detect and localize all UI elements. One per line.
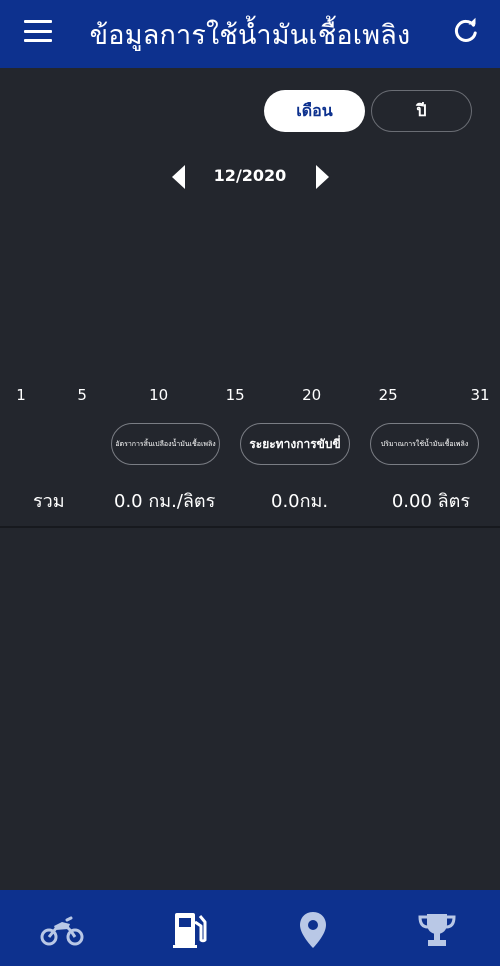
nav-trophy[interactable] [413,910,461,950]
divider [0,526,500,528]
totals-row: รวม 0.0 กม./ลิตร 0.0กม. 0.00 ลิตร [0,484,500,514]
app-root: ข้อมูลการใช้น้ำมันเชื้อเพลิง เดือน ปี 12… [0,0,500,966]
date-navigator: 12/2020 [0,160,500,194]
totals-label: รวม [33,491,65,512]
nav-motorcycle[interactable] [38,910,86,950]
motorcycle-icon [40,916,84,946]
year-toggle-button[interactable]: ปี [371,90,472,132]
fuel-volume-metric-button[interactable]: ปริมาณการใช้น้ำมันเชื้อเพลิง [370,423,479,465]
menu-line [24,29,52,33]
chart-x-tick: 31 [470,386,490,404]
app-header: ข้อมูลการใช้น้ำมันเชื้อเพลิง [0,0,500,68]
hamburger-menu-icon[interactable] [24,20,52,42]
chart-x-tick: 5 [77,386,87,404]
total-distance: 0.0กม. [271,491,329,512]
fuel-pump-icon [173,913,207,948]
current-period-label: 12/2020 [213,166,287,185]
trophy-icon [418,914,456,946]
location-pin-icon [300,912,326,948]
refresh-icon[interactable] [452,17,480,45]
month-toggle-button[interactable]: เดือน [264,90,365,132]
menu-line [24,20,52,23]
fuel-usage-chart [0,196,500,378]
total-fuel-volume: 0.00 ลิตร [391,491,470,512]
chart-x-tick: 15 [225,386,245,404]
chart-x-tick: 20 [302,386,322,404]
nav-fuel[interactable] [165,910,213,950]
chart-x-tick: 1 [16,386,26,404]
menu-line [24,39,52,42]
chart-x-tick: 10 [149,386,169,404]
chart-x-tick: 25 [378,386,398,404]
nav-location[interactable] [289,910,337,950]
fuel-rate-metric-button[interactable]: อัตราการสิ้นเปลืองน้ำมันเชื้อเพลิง [111,423,220,465]
chart-x-axis: 1 5 10 15 20 25 31 [0,386,500,406]
triangle-right-icon[interactable] [315,164,331,190]
triangle-left-icon[interactable] [170,164,186,190]
page-title: ข้อมูลการใช้น้ำมันเชื้อเพลิง [89,19,411,51]
bottom-navigation [0,890,500,966]
distance-metric-button[interactable]: ระยะทางการขับขี่ [240,423,350,465]
total-fuel-rate: 0.0 กม./ลิตร [114,491,216,512]
